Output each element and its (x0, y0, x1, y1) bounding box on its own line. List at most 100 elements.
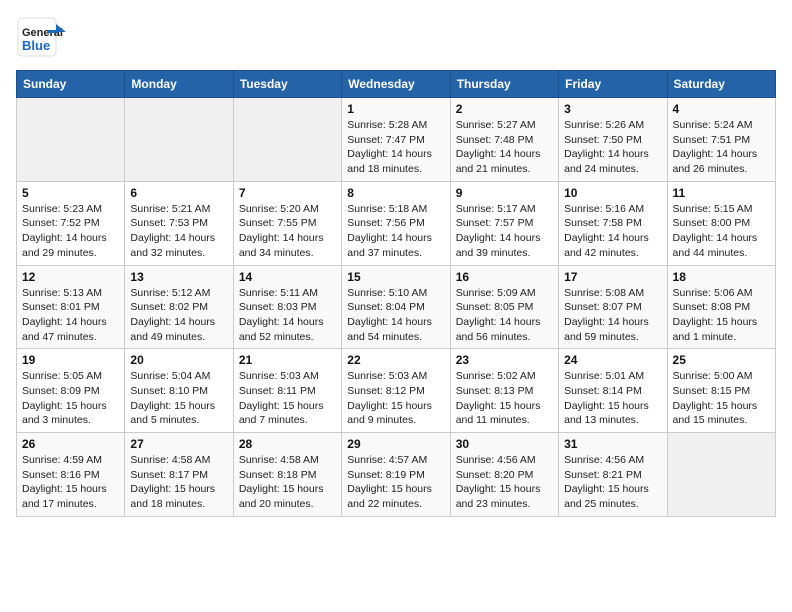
calendar-week-row: 26 Sunrise: 4:59 AM Sunset: 8:16 PM Dayli… (17, 433, 776, 517)
day-number: 17 (564, 270, 661, 284)
day-number: 20 (130, 353, 227, 367)
day-number: 4 (673, 102, 770, 116)
calendar-cell: 12 Sunrise: 5:13 AM Sunset: 8:01 PM Dayli… (17, 265, 125, 349)
weekday-header-row: SundayMondayTuesdayWednesdayThursdayFrid… (17, 71, 776, 98)
calendar-cell: 17 Sunrise: 5:08 AM Sunset: 8:07 PM Dayli… (559, 265, 667, 349)
day-number: 11 (673, 186, 770, 200)
calendar-cell (125, 98, 233, 182)
calendar-cell: 20 Sunrise: 5:04 AM Sunset: 8:10 PM Dayli… (125, 349, 233, 433)
calendar-table: SundayMondayTuesdayWednesdayThursdayFrid… (16, 70, 776, 517)
calendar-cell: 3Sunrise: 5:26 AM Sunset: 7:50 PM Daylig… (559, 98, 667, 182)
calendar-cell: 23 Sunrise: 5:02 AM Sunset: 8:13 PM Dayli… (450, 349, 558, 433)
day-number: 7 (239, 186, 336, 200)
day-info: Sunrise: 4:59 AM Sunset: 8:16 PM Dayligh… (22, 453, 119, 512)
day-number: 22 (347, 353, 444, 367)
day-number: 19 (22, 353, 119, 367)
calendar-cell: 13Sunrise: 5:12 AM Sunset: 8:02 PM Dayli… (125, 265, 233, 349)
day-info: Sunrise: 5:02 AM Sunset: 8:13 PM Dayligh… (456, 369, 553, 428)
weekday-header-saturday: Saturday (667, 71, 775, 98)
day-number: 18 (673, 270, 770, 284)
calendar-week-row: 5 Sunrise: 5:23 AM Sunset: 7:52 PM Daylig… (17, 181, 776, 265)
day-number: 23 (456, 353, 553, 367)
calendar-cell: 31 Sunrise: 4:56 AM Sunset: 8:21 PM Dayli… (559, 433, 667, 517)
day-info: Sunrise: 5:06 AM Sunset: 8:08 PM Dayligh… (673, 286, 770, 345)
day-number: 31 (564, 437, 661, 451)
day-number: 5 (22, 186, 119, 200)
calendar-cell: 7 Sunrise: 5:20 AM Sunset: 7:55 PM Daylig… (233, 181, 341, 265)
day-number: 9 (456, 186, 553, 200)
calendar-week-row: 1 Sunrise: 5:28 AM Sunset: 7:47 PM Daylig… (17, 98, 776, 182)
day-number: 27 (130, 437, 227, 451)
day-info: Sunrise: 5:03 AM Sunset: 8:12 PM Dayligh… (347, 369, 444, 428)
calendar-cell: 4 Sunrise: 5:24 AM Sunset: 7:51 PM Daylig… (667, 98, 775, 182)
weekday-header-thursday: Thursday (450, 71, 558, 98)
day-info: Sunrise: 5:20 AM Sunset: 7:55 PM Dayligh… (239, 202, 336, 261)
day-info: Sunrise: 5:15 AM Sunset: 8:00 PM Dayligh… (673, 202, 770, 261)
calendar-cell: 14 Sunrise: 5:11 AM Sunset: 8:03 PM Dayli… (233, 265, 341, 349)
day-number: 29 (347, 437, 444, 451)
calendar-cell: 1 Sunrise: 5:28 AM Sunset: 7:47 PM Daylig… (342, 98, 450, 182)
day-info: Sunrise: 5:09 AM Sunset: 8:05 PM Dayligh… (456, 286, 553, 345)
day-info: Sunrise: 5:04 AM Sunset: 8:10 PM Dayligh… (130, 369, 227, 428)
day-info: Sunrise: 5:21 AM Sunset: 7:53 PM Dayligh… (130, 202, 227, 261)
day-number: 14 (239, 270, 336, 284)
weekday-header-sunday: Sunday (17, 71, 125, 98)
day-info: Sunrise: 5:23 AM Sunset: 7:52 PM Dayligh… (22, 202, 119, 261)
calendar-week-row: 19 Sunrise: 5:05 AM Sunset: 8:09 PM Dayli… (17, 349, 776, 433)
day-info: Sunrise: 4:58 AM Sunset: 8:18 PM Dayligh… (239, 453, 336, 512)
day-number: 30 (456, 437, 553, 451)
logo-svg-container: General Blue (16, 16, 66, 58)
day-info: Sunrise: 5:05 AM Sunset: 8:09 PM Dayligh… (22, 369, 119, 428)
day-number: 16 (456, 270, 553, 284)
day-number: 10 (564, 186, 661, 200)
calendar-cell: 9 Sunrise: 5:17 AM Sunset: 7:57 PM Daylig… (450, 181, 558, 265)
calendar-cell: 5 Sunrise: 5:23 AM Sunset: 7:52 PM Daylig… (17, 181, 125, 265)
calendar-cell: 26 Sunrise: 4:59 AM Sunset: 8:16 PM Dayli… (17, 433, 125, 517)
day-info: Sunrise: 5:16 AM Sunset: 7:58 PM Dayligh… (564, 202, 661, 261)
weekday-header-friday: Friday (559, 71, 667, 98)
svg-text:Blue: Blue (22, 38, 50, 53)
logo: General Blue (16, 16, 66, 58)
day-number: 25 (673, 353, 770, 367)
day-info: Sunrise: 5:13 AM Sunset: 8:01 PM Dayligh… (22, 286, 119, 345)
calendar-cell: 30 Sunrise: 4:56 AM Sunset: 8:20 PM Dayli… (450, 433, 558, 517)
calendar-cell: 25 Sunrise: 5:00 AM Sunset: 8:15 PM Dayli… (667, 349, 775, 433)
day-number: 6 (130, 186, 227, 200)
calendar-cell: 16 Sunrise: 5:09 AM Sunset: 8:05 PM Dayli… (450, 265, 558, 349)
day-info: Sunrise: 5:03 AM Sunset: 8:11 PM Dayligh… (239, 369, 336, 428)
day-info: Sunrise: 5:28 AM Sunset: 7:47 PM Dayligh… (347, 118, 444, 177)
day-number: 8 (347, 186, 444, 200)
day-number: 12 (22, 270, 119, 284)
day-number: 3 (564, 102, 661, 116)
logo-graphic: General Blue (16, 16, 66, 58)
day-number: 1 (347, 102, 444, 116)
day-info: Sunrise: 5:27 AM Sunset: 7:48 PM Dayligh… (456, 118, 553, 177)
page-header: General Blue (16, 16, 776, 58)
day-info: Sunrise: 5:10 AM Sunset: 8:04 PM Dayligh… (347, 286, 444, 345)
day-info: Sunrise: 5:18 AM Sunset: 7:56 PM Dayligh… (347, 202, 444, 261)
day-info: Sunrise: 5:12 AM Sunset: 8:02 PM Dayligh… (130, 286, 227, 345)
day-info: Sunrise: 4:56 AM Sunset: 8:20 PM Dayligh… (456, 453, 553, 512)
weekday-header-tuesday: Tuesday (233, 71, 341, 98)
day-info: Sunrise: 5:08 AM Sunset: 8:07 PM Dayligh… (564, 286, 661, 345)
calendar-cell: 6 Sunrise: 5:21 AM Sunset: 7:53 PM Daylig… (125, 181, 233, 265)
calendar-cell: 10 Sunrise: 5:16 AM Sunset: 7:58 PM Dayli… (559, 181, 667, 265)
calendar-cell: 21 Sunrise: 5:03 AM Sunset: 8:11 PM Dayli… (233, 349, 341, 433)
calendar-cell: 27 Sunrise: 4:58 AM Sunset: 8:17 PM Dayli… (125, 433, 233, 517)
calendar-cell: 19 Sunrise: 5:05 AM Sunset: 8:09 PM Dayli… (17, 349, 125, 433)
calendar-cell (17, 98, 125, 182)
calendar-cell (667, 433, 775, 517)
calendar-week-row: 12 Sunrise: 5:13 AM Sunset: 8:01 PM Dayli… (17, 265, 776, 349)
day-info: Sunrise: 5:17 AM Sunset: 7:57 PM Dayligh… (456, 202, 553, 261)
day-info: Sunrise: 5:11 AM Sunset: 8:03 PM Dayligh… (239, 286, 336, 345)
day-number: 21 (239, 353, 336, 367)
day-number: 2 (456, 102, 553, 116)
calendar-cell: 11 Sunrise: 5:15 AM Sunset: 8:00 PM Dayli… (667, 181, 775, 265)
day-info: Sunrise: 5:01 AM Sunset: 8:14 PM Dayligh… (564, 369, 661, 428)
day-info: Sunrise: 4:58 AM Sunset: 8:17 PM Dayligh… (130, 453, 227, 512)
weekday-header-wednesday: Wednesday (342, 71, 450, 98)
day-info: Sunrise: 5:00 AM Sunset: 8:15 PM Dayligh… (673, 369, 770, 428)
day-number: 26 (22, 437, 119, 451)
day-info: Sunrise: 4:56 AM Sunset: 8:21 PM Dayligh… (564, 453, 661, 512)
day-info: Sunrise: 5:24 AM Sunset: 7:51 PM Dayligh… (673, 118, 770, 177)
